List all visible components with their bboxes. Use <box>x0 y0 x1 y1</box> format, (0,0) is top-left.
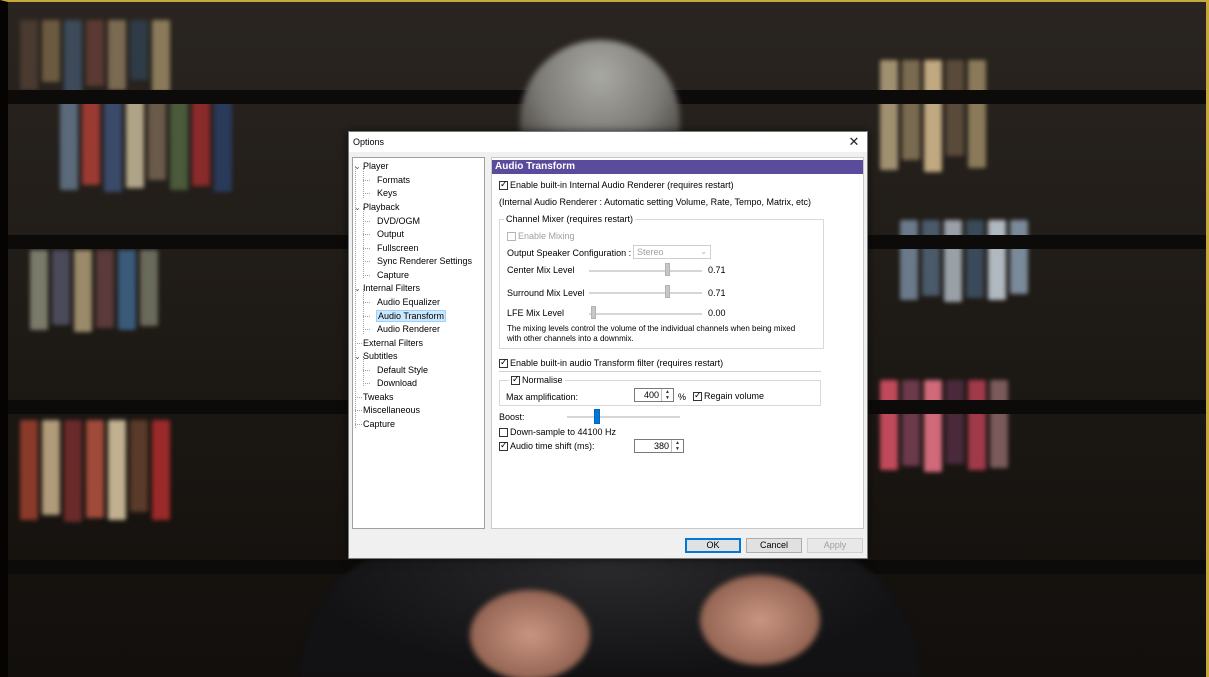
surround-mix-slider[interactable] <box>589 292 702 294</box>
divider <box>499 371 821 372</box>
tree-item-capture-playback[interactable]: Capture <box>377 269 409 281</box>
boost-label: Boost: <box>499 412 525 422</box>
tree-item-sync-renderer-settings[interactable]: Sync Renderer Settings <box>377 255 472 267</box>
max-amplification-label: Max amplification: <box>506 392 579 402</box>
lfe-mix-thumb[interactable] <box>591 306 596 319</box>
lfe-mix-value: 0.00 <box>708 308 726 318</box>
surround-mix-value: 0.71 <box>708 288 726 298</box>
mixing-note: The mixing levels control the volume of … <box>507 324 796 343</box>
cancel-button[interactable]: Cancel <box>746 538 802 553</box>
checkbox-checked-icon[interactable] <box>499 179 508 190</box>
ok-button[interactable]: OK <box>685 538 741 553</box>
dialog-title: Options <box>353 137 385 147</box>
audio-transform-panel: Audio Transform Enable built-in Internal… <box>491 157 864 529</box>
tree-item-default-style[interactable]: Default Style <box>377 364 428 376</box>
enable-renderer-checkbox[interactable]: Enable built-in Internal Audio Renderer … <box>499 179 734 190</box>
regain-volume-checkbox[interactable]: Regain volume <box>693 390 764 401</box>
center-mix-label: Center Mix Level <box>507 265 575 275</box>
checkbox-checked-icon[interactable] <box>499 440 508 451</box>
tree-item-tweaks[interactable]: Tweaks <box>363 391 394 403</box>
surround-mix-thumb[interactable] <box>665 285 670 298</box>
tree-item-keys[interactable]: Keys <box>377 187 397 199</box>
tree-item-download[interactable]: Download <box>377 377 417 389</box>
speaker-config-select[interactable]: Stereo ⌄ <box>633 245 711 259</box>
tree-item-internal-filters[interactable]: ⌄ Internal Filters <box>354 282 420 295</box>
spin-arrows-icon[interactable]: ▲ ▼ <box>671 440 683 452</box>
chevron-down-icon[interactable]: ⌄ <box>354 351 363 363</box>
downsample-checkbox[interactable]: Down-sample to 44100 Hz <box>499 427 616 437</box>
enable-mixing-checkbox[interactable]: Enable Mixing <box>507 231 575 241</box>
chevron-down-icon[interactable]: ⌄ <box>354 161 363 173</box>
tree-item-formats[interactable]: Formats <box>377 174 410 186</box>
tree-item-player[interactable]: ⌄ Player <box>354 160 389 173</box>
tree-item-capture[interactable]: Capture <box>363 418 395 430</box>
tree-item-audio-renderer[interactable]: Audio Renderer <box>377 323 440 335</box>
panel-header: Audio Transform <box>492 160 863 174</box>
center-mix-thumb[interactable] <box>665 263 670 276</box>
checkbox-checked-icon[interactable] <box>693 390 702 401</box>
checkbox-unchecked-icon[interactable] <box>507 232 516 241</box>
boost-thumb[interactable] <box>594 409 600 424</box>
renderer-note: (Internal Audio Renderer : Automatic set… <box>499 197 811 207</box>
center-mix-slider[interactable] <box>589 270 702 272</box>
enable-transform-checkbox[interactable]: Enable built-in audio Transform filter (… <box>499 357 723 368</box>
time-shift-stepper[interactable]: 380 ▲ ▼ <box>634 439 684 453</box>
tree-item-external-filters[interactable]: External Filters <box>363 337 423 349</box>
tree-item-dvd-ogm[interactable]: DVD/OGM <box>377 215 420 227</box>
options-tree[interactable]: ⌄ Player Formats Keys ⌄ Playback DVD/OGM O… <box>352 157 485 529</box>
boost-slider[interactable] <box>567 416 680 418</box>
checkbox-checked-icon[interactable] <box>511 374 520 385</box>
chevron-down-icon[interactable]: ⌄ <box>354 283 363 295</box>
checkbox-checked-icon[interactable] <box>499 357 508 368</box>
normalise-checkbox[interactable]: Normalise <box>509 374 565 385</box>
chevron-down-icon[interactable]: ⌄ <box>354 202 363 214</box>
title-bar[interactable]: Options ✕ <box>349 132 867 152</box>
chevron-down-icon: ⌄ <box>700 247 707 256</box>
center-mix-value: 0.71 <box>708 265 726 275</box>
tree-item-playback[interactable]: ⌄ Playback <box>354 201 400 214</box>
checkbox-unchecked-icon[interactable] <box>499 428 508 437</box>
tree-item-subtitles[interactable]: ⌄ Subtitles <box>354 350 398 363</box>
options-dialog: Options ✕ ⌄ Player Formats Keys ⌄ Playback… <box>348 131 868 559</box>
tree-item-output[interactable]: Output <box>377 228 404 240</box>
spin-arrows-icon[interactable]: ▲ ▼ <box>661 389 673 401</box>
time-shift-checkbox[interactable]: Audio time shift (ms): <box>499 440 595 451</box>
percent-unit: % <box>678 392 687 402</box>
surround-mix-label: Surround Mix Level <box>507 288 585 298</box>
tree-item-audio-transform[interactable]: Audio Transform <box>375 310 447 322</box>
tree-item-miscellaneous[interactable]: Miscellaneous <box>363 404 420 416</box>
speaker-config-label: Output Speaker Configuration : <box>507 248 632 258</box>
tree-item-fullscreen[interactable]: Fullscreen <box>377 242 419 254</box>
close-icon[interactable]: ✕ <box>847 134 861 150</box>
channel-mixer-label: Channel Mixer (requires restart) <box>504 214 636 224</box>
lfe-mix-label: LFE Mix Level <box>507 308 565 318</box>
apply-button[interactable]: Apply <box>807 538 863 553</box>
lfe-mix-slider[interactable] <box>589 313 702 315</box>
tree-item-audio-equalizer[interactable]: Audio Equalizer <box>377 296 440 308</box>
max-amplification-stepper[interactable]: 400 ▲ ▼ <box>634 388 674 402</box>
